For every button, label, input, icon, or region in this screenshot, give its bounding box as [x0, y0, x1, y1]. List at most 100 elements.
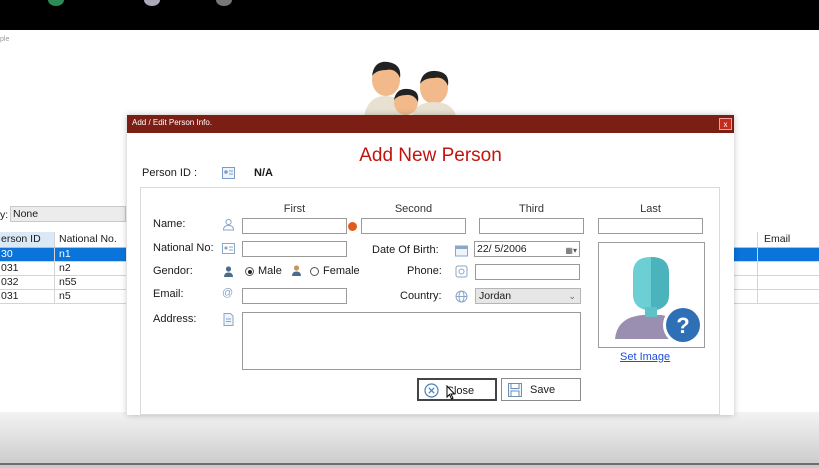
date-of-birth-picker[interactable]: 22/ 5/2006 ▦▾	[474, 241, 580, 257]
svg-text:?: ?	[676, 313, 689, 338]
people-grid-right-part[interactable]: Email	[734, 232, 819, 304]
set-image-link[interactable]: Set Image	[620, 351, 670, 363]
national-no-input[interactable]	[242, 241, 347, 257]
filter-label: y:	[0, 209, 9, 221]
table-row[interactable]: 30 n1	[0, 248, 126, 262]
grid-header-row: erson ID National No.	[0, 232, 126, 248]
gender-label: Gendor:	[153, 265, 193, 277]
taskbar-app-icon[interactable]	[216, 0, 232, 6]
column-label-last: Last	[640, 203, 661, 215]
cell-person-id: 032	[0, 276, 55, 289]
female-icon	[292, 265, 301, 276]
phone-input[interactable]	[475, 264, 580, 280]
question-mark-icon: ?	[663, 305, 703, 345]
column-header-blank	[734, 232, 758, 247]
country-select[interactable]: Jordan ⌄	[475, 288, 581, 304]
email-label: Email:	[153, 288, 184, 300]
column-label-second: Second	[394, 203, 433, 215]
user-outline-icon	[222, 218, 235, 231]
national-no-label: National No:	[153, 242, 214, 254]
table-row[interactable]: 031 n5	[0, 290, 126, 304]
save-button[interactable]: Save	[501, 378, 581, 401]
background-bottom-band	[0, 412, 819, 468]
close-circle-icon	[424, 383, 439, 398]
grid-cell	[734, 276, 758, 289]
save-button-label: Save	[530, 384, 556, 396]
save-disk-icon	[508, 383, 522, 397]
error-icon	[348, 222, 357, 231]
close-button[interactable]: Close	[417, 378, 497, 401]
address-label: Address:	[153, 313, 197, 325]
document-icon	[223, 313, 234, 326]
male-radio[interactable]	[245, 267, 254, 276]
person-id-value: N/A	[254, 167, 273, 179]
third-name-input[interactable]	[479, 218, 584, 234]
date-of-birth-label: Date Of Birth:	[372, 244, 439, 256]
taskbar-app-icon[interactable]	[144, 0, 160, 6]
mouse-cursor-icon	[446, 385, 456, 400]
first-name-input[interactable]	[242, 218, 347, 234]
people-grid[interactable]: erson ID National No. 30 n1 031 n2 032 n…	[0, 232, 126, 304]
cell-national-no: n2	[59, 262, 71, 274]
grid-cell	[759, 262, 819, 275]
person-id-label: Person ID :	[142, 167, 198, 179]
name-label: Name:	[153, 218, 186, 230]
dialog-title-bar[interactable]: Add / Edit Person Info. x	[127, 115, 734, 133]
people-group-icon	[364, 61, 456, 116]
grid-cell	[759, 248, 819, 261]
male-icon	[224, 266, 233, 277]
background-top-bar	[0, 0, 819, 30]
cell-person-id: 30	[0, 248, 55, 261]
cell-national-no: n5	[59, 290, 71, 302]
female-radio[interactable]	[310, 267, 319, 276]
cell-national-no: n55	[59, 276, 77, 288]
table-row[interactable]	[734, 276, 819, 290]
column-label-third: Third	[518, 203, 545, 215]
country-value: Jordan	[479, 290, 512, 302]
unknown-person-icon: ?	[615, 257, 703, 345]
female-radio-label[interactable]: Female	[323, 265, 360, 277]
background-bottom-line	[0, 463, 819, 465]
cell-person-id: 031	[0, 262, 55, 275]
second-name-input[interactable]	[361, 218, 466, 234]
cell-person-id: 031	[0, 290, 55, 303]
male-radio-label[interactable]: Male	[258, 265, 282, 277]
grid-cell	[734, 248, 758, 261]
grid-cell	[759, 290, 819, 303]
phone-label: Phone:	[407, 265, 442, 277]
person-card-icon	[222, 167, 235, 179]
person-image: ?	[598, 242, 705, 348]
last-name-input[interactable]	[598, 218, 703, 234]
taskbar-app-icon[interactable]	[48, 0, 64, 6]
filter-select[interactable]: None	[10, 206, 126, 222]
calendar-icon	[455, 245, 468, 257]
address-textarea[interactable]	[242, 312, 581, 370]
table-row[interactable]: 032 n55	[0, 276, 126, 290]
table-row[interactable]	[734, 290, 819, 304]
cell-national-no: n1	[59, 248, 71, 260]
add-edit-person-dialog: Add / Edit Person Info. x Add New Person…	[127, 115, 734, 415]
dialog-close-button[interactable]: x	[719, 118, 732, 130]
country-label: Country:	[400, 290, 442, 302]
column-header-person-id[interactable]: erson ID	[0, 232, 55, 247]
grid-cell	[759, 276, 819, 289]
grid-cell	[734, 262, 758, 275]
table-row[interactable]	[734, 248, 819, 262]
table-row[interactable]: 031 n2	[0, 262, 126, 276]
email-input[interactable]	[242, 288, 347, 304]
date-of-birth-value: 22/ 5/2006	[477, 243, 527, 255]
globe-icon	[455, 290, 468, 303]
page-title: Add New Person	[359, 145, 502, 166]
column-header-email[interactable]: Email	[759, 232, 819, 247]
grid-header-row: Email	[734, 232, 819, 248]
at-sign-icon: @	[222, 287, 234, 299]
dropdown-arrow-icon[interactable]: ▦▾	[565, 244, 577, 258]
chevron-down-icon[interactable]: ⌄	[568, 289, 576, 303]
column-label-first: First	[283, 203, 306, 215]
background-caption: ple	[0, 36, 10, 43]
id-card-icon	[222, 243, 235, 254]
grid-cell	[734, 290, 758, 303]
column-header-national-no[interactable]: National No.	[56, 232, 126, 247]
dialog-title: Add / Edit Person Info.	[132, 118, 213, 127]
table-row[interactable]	[734, 262, 819, 276]
